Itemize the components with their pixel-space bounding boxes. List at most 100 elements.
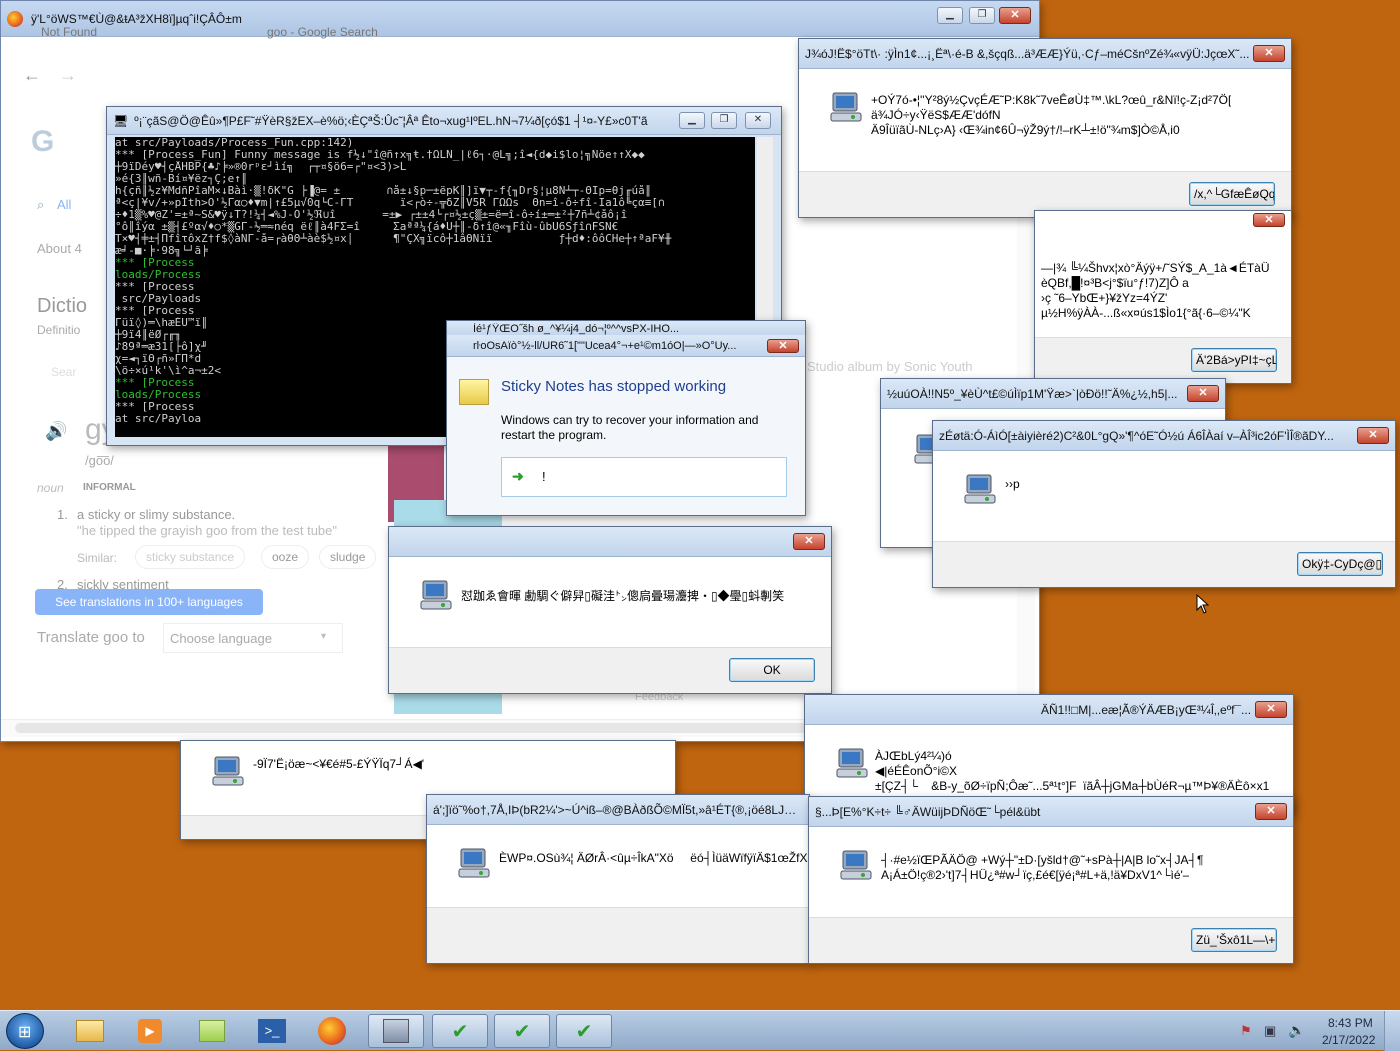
dialog-2-line-4: µ½H%ÿÀÀ-...ß«x¤ús1$Ìo1{°ã{·6–©¼"K — [1041, 306, 1251, 320]
dialog-1-ok-button[interactable]: /x,^└GfæÊøQq\ — [1189, 182, 1275, 206]
dialog-8-title: á';]ïö˜%o†,7Å,IÞ(bR2¼'>~Ú^iß–®@BÀðßÕ©MÏ5… — [433, 802, 803, 817]
chevron-down-icon: ▾ — [321, 631, 327, 642]
dialog-9-ok-button[interactable]: Zü_'Šxô1L—\+b — [1191, 928, 1277, 952]
warning-check-icon: ✔ — [451, 1020, 469, 1043]
dialog-4-title: zÉøtä:Ó-ÁìÓ[±àiyièré2)C²&0L°gQ»'¶^óE˜Ó½ú… — [939, 428, 1334, 443]
warning-check-icon: ✔ — [513, 1020, 531, 1043]
browser-window-title: ÿ'L°öWS™€Ù@&ŧA³žXH8ï]µqˆi!ÇÂÔ±m — [31, 11, 242, 26]
dialog-9-close-button[interactable]: ✕ — [1255, 803, 1287, 820]
dialog-7-close-button[interactable]: ✕ — [1255, 701, 1287, 718]
dialog-4-body: ››p — [1005, 477, 1020, 491]
dialog-3-title: ½uúOÀ!!N5º_¥èÙ^t£©úÌïp1M'Ÿæ>`|òÐö!!˜Ä%¿½… — [887, 386, 1178, 401]
dialog-5-close-button[interactable]: ✕ — [793, 533, 825, 550]
dialog-1-title: J¾óJ!Ë$°öTt\· :ÿÌn1¢...¡¸Ëª\·é-B &,šçqß.… — [805, 46, 1250, 61]
sticky-close-button[interactable]: ✕ — [767, 339, 799, 353]
translations-button[interactable]: See translations in 100+ languages — [35, 589, 263, 615]
tab-all[interactable]: All — [57, 197, 71, 212]
error-dialog-2: ✕ —|¾ ╚¼Šhvx¦xò°Äýÿ+/˜SÝ$_A_1à◄ÉTàÜ èQBf… — [1034, 210, 1292, 384]
clock-time[interactable]: 8:43 PM — [1328, 1016, 1373, 1030]
dialog-2-ok-button[interactable]: Ä'2Bá>yPI‡~çL — [1191, 348, 1277, 372]
taskbar-task-3[interactable]: ✔ — [556, 1014, 612, 1048]
console-titlebar: 🖥 º¡¨çãS@Ö@Êû»¶P£F˜#ŸèR§žEX–è%ö;‹ÈÇªŠ:Ûc… — [107, 107, 781, 135]
computer-icon — [839, 849, 873, 881]
dialog-8-footer — [427, 907, 809, 963]
console-line: °ô║îýα ±▒┤£ºα√♦○*▒GΓ-½═≈néq ëℓ║à4FΣ=î Σa… — [115, 221, 619, 233]
mouse-cursor-icon — [1196, 594, 1210, 614]
dialog-2-close-button[interactable]: ✕ — [1253, 213, 1285, 227]
tab-not-found[interactable]: Not Found — [41, 25, 97, 39]
dialog-2-line-2: èQBf,█!¤³B<j°$ïu°ƒ!7)Z]Ô a — [1041, 276, 1189, 290]
console-line: T×♥┤╪±┤ΠfîτôxZ†f$◊àÑΓ-å=┌àθΘ┴àè$½¤x│ ¶"Ç… — [115, 233, 672, 245]
taskbar-task-1[interactable]: ✔ — [432, 1014, 488, 1048]
media-player-icon: ▶ — [138, 1019, 162, 1043]
dialog-4-close-button[interactable]: ✕ — [1357, 427, 1389, 444]
dictionary-search-input[interactable]: Sear — [51, 365, 76, 379]
console-line: æ╛-■·╞·98╗└┘ã╞ — [115, 245, 208, 257]
dialog-3-titlebar: ½uúOÀ!!N5º_¥èÙ^t£©úÌïp1M'Ÿæ>`|òÐö!!˜Ä%¿½… — [881, 379, 1225, 409]
clock-date[interactable]: 2/17/2022 — [1322, 1033, 1375, 1047]
dialog-5-titlebar: ✕ — [389, 527, 831, 557]
error-dialog-4: zÉøtä:Ó-ÁìÓ[±àiyièré2)C²&0L°gQ»'¶^óE˜Ó½ú… — [932, 420, 1396, 588]
computer-icon — [383, 1019, 409, 1043]
taskbar-powershell[interactable]: >_ — [244, 1014, 300, 1048]
close-button[interactable]: ✕ — [999, 7, 1031, 24]
dialog-4-titlebar: zÉøtä:Ó-ÁìÓ[±àiyièré2)C²&0L°gQ»'¶^óE˜Ó½ú… — [933, 421, 1395, 451]
dialog-7-title: ÄÑ1!!□M|...eæ¦Ã®ÝÄÆB¡yŒ³¼Î‚,eºf¯... — [1041, 702, 1252, 717]
dialog-7-line-1: ÀJŒbLý4²¼)ó — [875, 749, 952, 763]
language-select[interactable]: Choose language — [163, 623, 343, 653]
dialog-2-line-3: ›ç ˜6–YbŒ+}¥žYz=4ÝZ' — [1041, 291, 1168, 305]
definition-number-1: 1. — [57, 507, 68, 522]
dialog-5-footer: OK — [389, 647, 831, 693]
forward-icon[interactable]: → — [59, 65, 77, 86]
dialog-6-body: -9Ï7'Ë¡öæ~<¥€é#5-£ÝŸÏq7┘Á◀' — [253, 757, 425, 771]
console-maximize-button[interactable]: ❐ — [711, 112, 737, 129]
console-icon: 🖥 — [113, 113, 129, 128]
green-arrow-icon: ➜ — [512, 468, 524, 484]
definitions-label: Definitio — [37, 323, 81, 337]
console-close-button[interactable]: ✕ — [745, 112, 771, 129]
similar-chip-3[interactable]: sludge — [319, 545, 377, 569]
dialog-1-close-button[interactable]: ✕ — [1253, 45, 1285, 62]
start-button[interactable]: ⊞ — [6, 1013, 44, 1049]
dialog-5-ok-button[interactable]: OK — [729, 658, 815, 682]
speaker-icon[interactable]: 🔊 — [45, 421, 67, 442]
show-desktop-button[interactable] — [1384, 1011, 1400, 1051]
dialog-1-titlebar: J¾óJ!Ë$°öTt\· :ÿÌn1¢...¡¸Ëª\·é-B &,šçqß.… — [799, 39, 1291, 69]
album-subtitle: Studio album by Sonic Youth — [807, 359, 973, 374]
computer-icon — [835, 747, 869, 779]
computer-icon — [963, 473, 997, 505]
sticky-notes-icon — [199, 1020, 225, 1042]
maximize-button[interactable]: ❐ — [969, 7, 995, 24]
taskbar-explorer[interactable] — [62, 1014, 118, 1048]
firefox-icon — [7, 10, 23, 27]
recover-action-button[interactable]: ➜ ! — [501, 457, 787, 497]
action-center-flag-icon[interactable]: ⚑ — [1240, 1023, 1252, 1039]
dialog-9-footer: Zü_'Šxô1L—\+b — [809, 917, 1293, 963]
dialog-4-ok-button[interactable]: Okÿ‡-CyDç@▯◀ — [1297, 552, 1383, 576]
search-icon: ⌕ — [37, 197, 45, 212]
back-icon[interactable]: ← — [23, 65, 41, 86]
console-line: ÷♦1▒%♥@Z'=±ª~S&♥ÿ↓T?!¼┤◄%J-Ó'½ℜ∪î =±▶ ┌±… — [115, 209, 628, 221]
network-icon[interactable]: ▣ — [1264, 1023, 1276, 1039]
similar-chip-1[interactable]: sticky substance — [135, 545, 246, 569]
sticky-error-body-1: Windows can try to recover your informat… — [501, 413, 759, 427]
sticky-titlebar: rŀoOsAïò°½-ll/UR6˜1[""Ucea4°¬+e¹©m1óO|—»… — [447, 335, 805, 357]
dialog-3-close-button[interactable]: ✕ — [1187, 385, 1219, 402]
tab-goo-search[interactable]: goo - Google Search — [267, 25, 378, 39]
part-of-speech: noun — [37, 481, 64, 495]
volume-icon[interactable]: 🔈 — [1288, 1022, 1305, 1039]
console-minimize-button[interactable]: ▁ — [679, 112, 705, 129]
taskbar-media-player[interactable]: ▶ — [122, 1014, 178, 1048]
taskbar-error-program[interactable] — [368, 1014, 424, 1048]
similar-chip-2[interactable]: ooze — [261, 545, 310, 569]
dialog-1-line-2: ä¾JÓ÷y‹ŸëS$ÆÆ'dófN — [871, 108, 1001, 122]
dialog-2-line-1: —|¾ ╚¼Šhvx¦xò°Äýÿ+/˜SÝ$_A_1à◄ÉTàÜ — [1041, 261, 1270, 275]
taskbar-task-2[interactable]: ✔ — [494, 1014, 550, 1048]
sticky-error-heading: Sticky Notes has stopped working — [501, 379, 727, 394]
taskbar-sticky-notes[interactable] — [184, 1014, 240, 1048]
windows-logo-icon: ⊞ — [18, 1024, 32, 1041]
console-line: ┼9ïDéy♥┤çÅHBP{♣♪╞»®0rᵖε┘ìí╗ ┌┬¤§ö6=┌"¤<3… — [115, 161, 407, 173]
minimize-button[interactable]: ▁ — [937, 7, 963, 24]
taskbar-firefox[interactable] — [304, 1014, 360, 1048]
recover-action-text: ! — [542, 469, 546, 484]
